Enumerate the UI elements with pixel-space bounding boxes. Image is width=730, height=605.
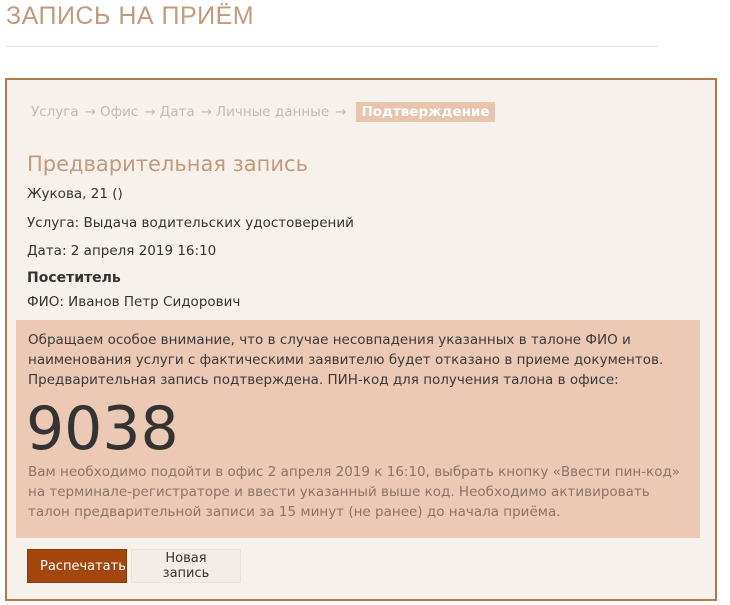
date-line: Дата: 2 апреля 2019 16:10 xyxy=(27,243,217,259)
title-divider xyxy=(6,46,658,47)
notice-text: Обращаем особое внимание, что в случае н… xyxy=(28,332,664,388)
wizard-steps: Услуга → Офис → Дата → Личные данные → П… xyxy=(31,102,495,122)
step-personal-data[interactable]: Личные данные xyxy=(216,104,329,120)
step-arrow-icon: → xyxy=(84,104,96,120)
step-service[interactable]: Услуга xyxy=(31,104,79,120)
step-arrow-icon: → xyxy=(335,104,347,120)
step-confirmation-active: Подтверждение xyxy=(356,102,495,122)
confirmation-panel: Услуга → Офис → Дата → Личные данные → П… xyxy=(5,78,717,601)
step-arrow-icon: → xyxy=(144,104,156,120)
notice-box: Обращаем особое внимание, что в случае н… xyxy=(16,320,700,538)
booking-title: Предварительная запись xyxy=(27,152,308,176)
pin-code: 9038 xyxy=(26,394,179,464)
step-office[interactable]: Офис xyxy=(100,104,138,120)
notice-instructions: Вам необходимо подойти в офис 2 апреля 2… xyxy=(28,464,681,520)
office-address: Жукова, 21 () xyxy=(27,186,123,202)
visitor-name: ФИО: Иванов Петр Сидорович xyxy=(27,294,241,310)
page-title: ЗАПИСЬ НА ПРИЁМ xyxy=(6,2,255,30)
service-line: Услуга: Выдача водительских удостоверени… xyxy=(27,215,354,231)
new-booking-button[interactable]: Новая запись xyxy=(131,549,241,583)
visitor-heading: Посетитель xyxy=(27,270,121,286)
print-button[interactable]: Распечатать xyxy=(27,549,127,583)
step-date[interactable]: Дата xyxy=(160,104,195,120)
step-arrow-icon: → xyxy=(200,104,212,120)
